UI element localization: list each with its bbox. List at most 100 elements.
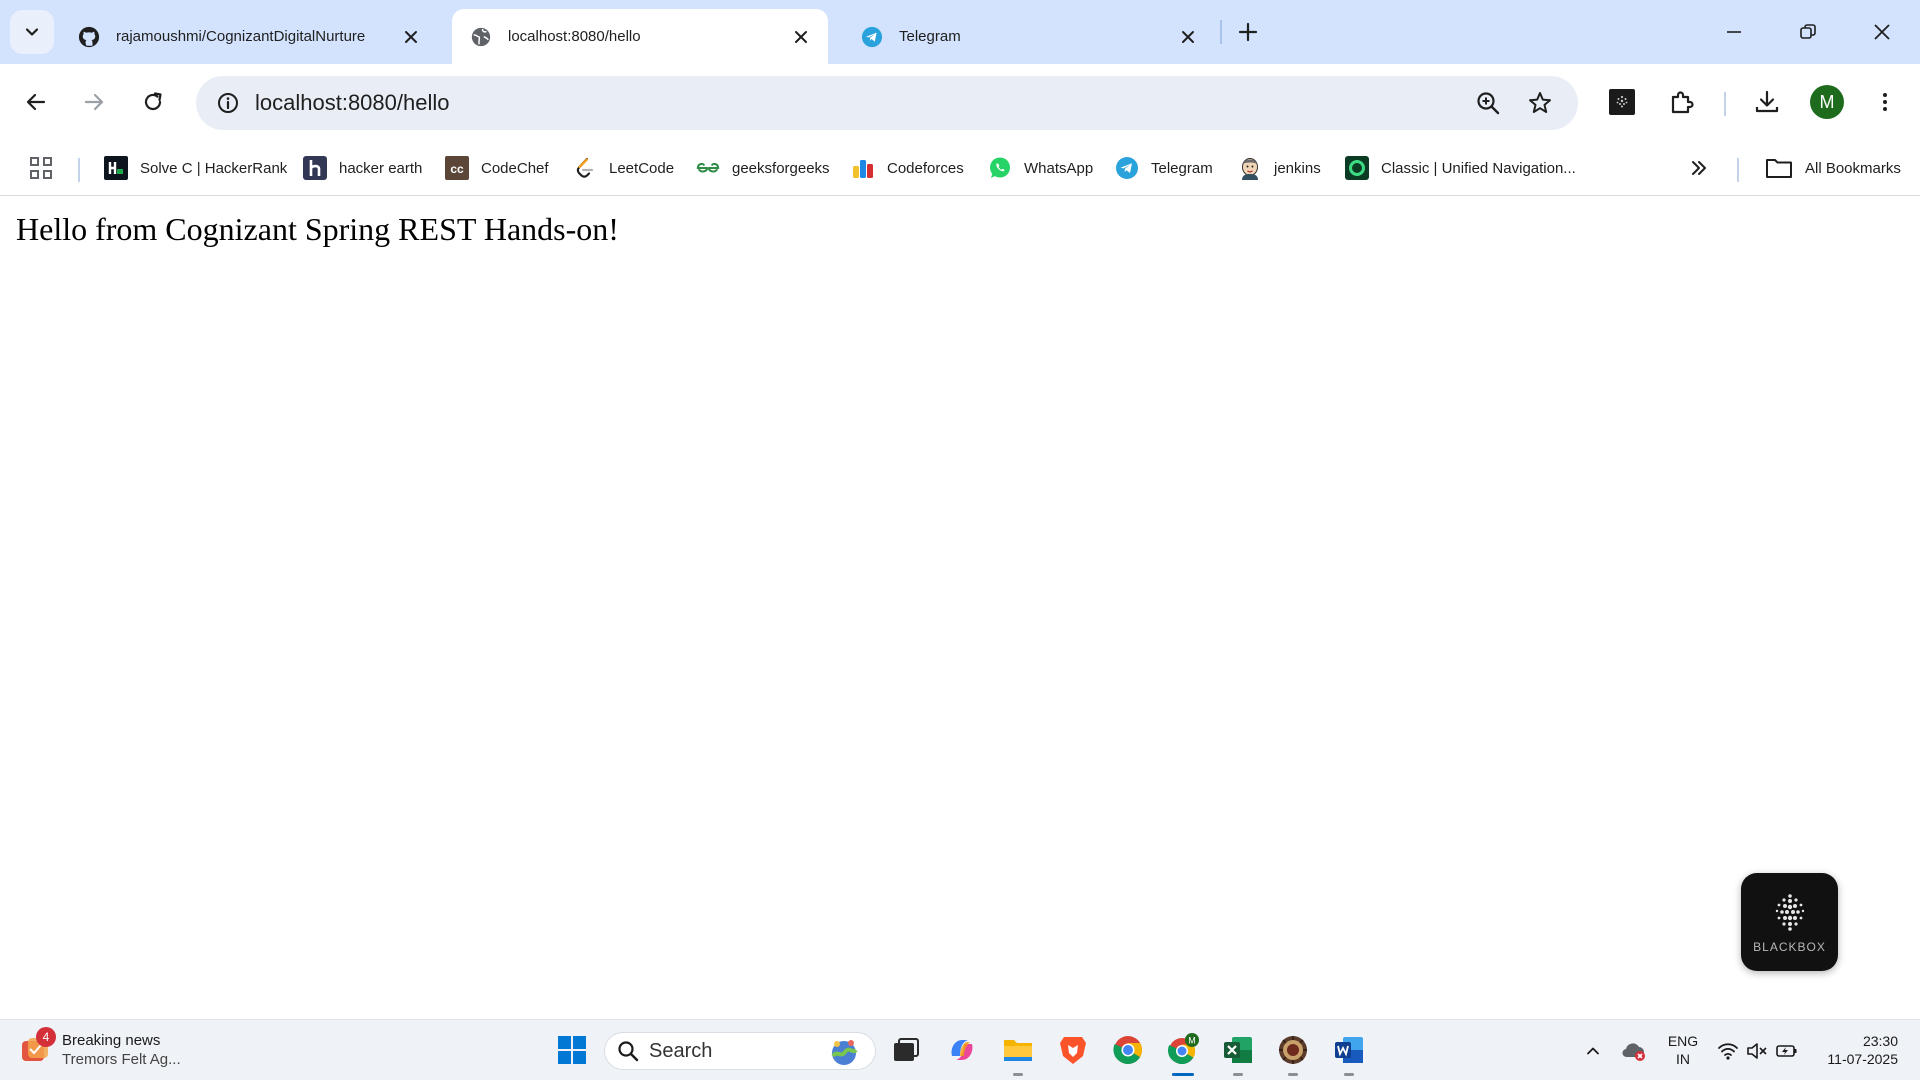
minimize-button[interactable] <box>1711 10 1757 54</box>
puzzle-piece-icon <box>1671 91 1694 114</box>
bookmark-label: geeksforgeeks <box>732 159 830 177</box>
running-indicator <box>1013 1073 1023 1076</box>
bookmark-whatsapp[interactable]: WhatsApp <box>988 148 1093 188</box>
taskbar-chrome[interactable] <box>1107 1029 1149 1071</box>
battery-charging-icon <box>1776 1045 1797 1057</box>
tab-search-button[interactable] <box>10 10 54 54</box>
folder-icon <box>1004 1040 1032 1061</box>
close-icon[interactable] <box>400 26 422 48</box>
task-view-button[interactable] <box>885 1029 927 1071</box>
bookmark-label: WhatsApp <box>1024 159 1094 177</box>
close-icon[interactable] <box>1177 26 1199 48</box>
bookmark-codechef[interactable]: cc CodeChef <box>445 148 549 188</box>
tab-title: rajamoushmi/CognizantDigitalNurture <box>116 28 366 45</box>
tab-divider <box>1220 20 1222 44</box>
address-bar[interactable]: localhost:8080/hello <box>196 76 1578 130</box>
zoom-icon[interactable] <box>1468 83 1508 123</box>
url-text[interactable]: localhost:8080/hello <box>255 90 449 116</box>
bookmark-label: Telegram <box>1151 159 1213 177</box>
taskbar-search[interactable]: Search <box>604 1032 876 1070</box>
battery-status[interactable] <box>1772 1032 1802 1070</box>
news-headline: Breaking news <box>62 1032 161 1049</box>
site-info-icon[interactable] <box>210 85 246 121</box>
language-indicator[interactable]: ENG IN <box>1663 1032 1703 1068</box>
apps-grid-icon <box>30 157 52 179</box>
show-hidden-icons-button[interactable] <box>1580 1032 1606 1070</box>
bookmark-label: Solve C | HackerRank <box>140 159 288 177</box>
blackbox-logo-icon <box>1775 894 1804 931</box>
avatar: M <box>1810 85 1844 119</box>
apps-button[interactable] <box>28 148 54 188</box>
onedrive-status[interactable] <box>1619 1032 1649 1070</box>
close-icon[interactable] <box>790 26 812 48</box>
chrome-profile-icon: M <box>1167 1033 1199 1065</box>
forward-button[interactable] <box>72 80 116 124</box>
taskbar-copilot[interactable] <box>941 1029 983 1071</box>
taskbar-excel[interactable] <box>1217 1029 1259 1076</box>
bookmark-hackerrank[interactable]: Solve C | HackerRank <box>104 148 287 188</box>
extensions-button[interactable] <box>1660 80 1704 124</box>
folder-icon <box>1765 156 1793 180</box>
taskbar-word[interactable] <box>1328 1029 1370 1076</box>
close-window-button[interactable] <box>1859 10 1905 54</box>
globe-icon <box>470 26 492 48</box>
svg-text:cc: cc <box>450 162 464 176</box>
restore-button[interactable] <box>1785 10 1831 54</box>
toolbar-divider <box>1724 92 1726 116</box>
jenkins-icon <box>1238 156 1262 180</box>
bookmark-leetcode[interactable]: LeetCode <box>573 148 674 188</box>
wifi-icon <box>1718 1043 1738 1060</box>
blackbox-extension-button[interactable] <box>1600 80 1644 124</box>
volume-status[interactable] <box>1743 1032 1771 1070</box>
news-widget-icon: 4 <box>20 1027 56 1065</box>
tab-strip: rajamoushmi/CognizantDigitalNurture loca… <box>0 0 1920 64</box>
all-bookmarks-button[interactable]: All Bookmarks <box>1765 148 1901 188</box>
bookmark-label: CodeChef <box>481 159 549 177</box>
taskbar-chrome-profile[interactable]: M <box>1162 1029 1204 1076</box>
taskbar-file-explorer[interactable] <box>997 1029 1039 1076</box>
unified-navigation-icon <box>1345 156 1369 180</box>
bookmark-jenkins[interactable]: jenkins <box>1238 148 1321 188</box>
plus-icon <box>1238 22 1258 42</box>
taskbar: 4 Breaking news Tremors Felt Ag... Searc… <box>0 1019 1920 1080</box>
bookmark-star-icon[interactable] <box>1520 83 1560 123</box>
bookmark-hackerearth[interactable]: hacker earth <box>303 148 422 188</box>
news-text: Breaking news Tremors Felt Ag... <box>62 1032 181 1068</box>
profile-button[interactable]: M <box>1805 80 1849 124</box>
downloads-button[interactable] <box>1745 80 1789 124</box>
blackbox-label: BLACKBOX <box>1753 940 1826 954</box>
menu-button[interactable] <box>1863 80 1907 124</box>
system-clock[interactable]: 23:30 11-07-2025 <box>1812 1032 1898 1068</box>
bookmark-unified-navigation[interactable]: Classic | Unified Navigation... <box>1345 148 1576 188</box>
chrome-icon <box>1113 1036 1142 1064</box>
tab-title: localhost:8080/hello <box>508 28 641 45</box>
back-button[interactable] <box>14 80 58 124</box>
close-icon <box>1874 24 1890 40</box>
start-button[interactable] <box>551 1029 593 1071</box>
bookmark-label: hacker earth <box>339 159 423 177</box>
new-tab-button[interactable] <box>1230 14 1266 50</box>
bookmark-telegram[interactable]: Telegram <box>1115 148 1213 188</box>
blackbox-floating-button[interactable]: BLACKBOX <box>1741 873 1838 971</box>
more-bookmarks-button[interactable] <box>1688 148 1710 188</box>
codeforces-icon <box>851 156 875 180</box>
bookmark-codeforces[interactable]: Codeforces <box>851 148 964 188</box>
taskbar-brave[interactable] <box>1052 1029 1094 1071</box>
wifi-status[interactable] <box>1713 1032 1743 1070</box>
tab-telegram[interactable]: Telegram <box>843 9 1215 64</box>
search-highlight-icon <box>827 1036 861 1071</box>
chevron-down-icon <box>25 28 39 36</box>
reload-button[interactable] <box>131 80 175 124</box>
reload-icon <box>144 92 162 111</box>
brave-icon <box>1060 1037 1086 1064</box>
active-indicator <box>1172 1073 1194 1076</box>
hackerrank-icon <box>104 156 128 180</box>
tab-localhost[interactable]: localhost:8080/hello <box>452 9 828 64</box>
bookmark-geeksforgeeks[interactable]: geeksforgeeks <box>696 148 830 188</box>
taskbar-app-badge[interactable] <box>1272 1029 1314 1076</box>
browser-toolbar: localhost:8080/hello M <box>0 64 1920 140</box>
running-indicator <box>1344 1073 1354 1076</box>
tab-github[interactable]: rajamoushmi/CognizantDigitalNurture <box>60 9 438 64</box>
news-widget[interactable]: 4 Breaking news Tremors Felt Ag... <box>20 1027 181 1072</box>
bookmark-label: Codeforces <box>887 159 964 177</box>
